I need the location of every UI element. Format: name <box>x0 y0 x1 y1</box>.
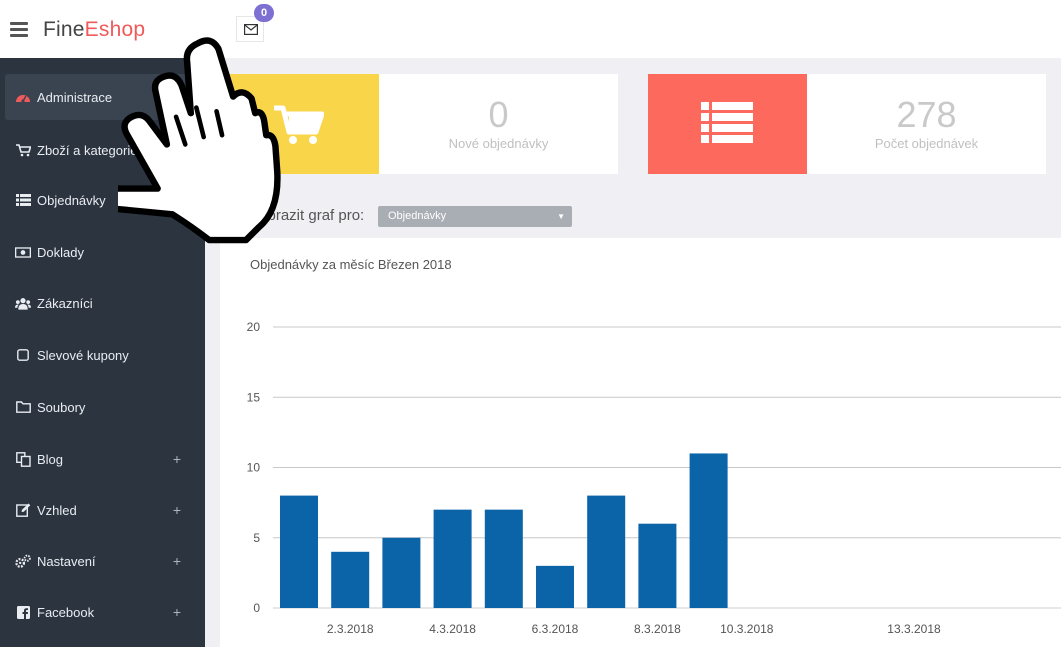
money-icon <box>15 245 31 259</box>
total-orders-count: 278 <box>896 94 957 135</box>
copy-icon <box>15 451 31 467</box>
users-icon <box>15 296 31 310</box>
graph-type-selected: Objednávky <box>388 210 447 222</box>
cart-icon <box>15 143 31 157</box>
cart-icon <box>274 105 324 144</box>
sidebar-item-label: Facebook <box>37 604 95 620</box>
sidebar-item-label: Doklady <box>37 244 84 260</box>
sidebar-item-label: Blog <box>37 451 64 467</box>
total-orders-icon-panel <box>648 74 807 174</box>
bar-3.3.2018[interactable] <box>382 537 421 608</box>
sidebar-item-label: Zboží a kategorie <box>37 142 138 158</box>
sidebar-item-objednavky[interactable]: Objednávky <box>0 177 205 223</box>
sidebar-item-vzhled[interactable]: Vzhled + <box>0 487 205 533</box>
top-bar: FineEshop 0 <box>0 0 1061 58</box>
menu-toggle-icon[interactable] <box>10 22 28 37</box>
cogs-icon <box>15 554 31 568</box>
orders-bar-chart: 0 5 10 15 20 2.3.2018 4.3.2018 6.3.2018 8.3.2018… <box>247 320 1061 636</box>
brand-logo[interactable]: FineEshop <box>43 18 145 42</box>
sidebar-item-zbozi[interactable]: Zboží a kategorie <box>0 127 205 173</box>
sidebar-item-label: Soubory <box>37 399 86 415</box>
list-icon <box>15 193 31 207</box>
sidebar-item-doklady[interactable]: Doklady <box>0 229 205 275</box>
orders-chart-panel: Objednávky za měsíc Březen 2018 0 5 10 15 20… <box>220 238 1061 647</box>
bar-1.3.2018[interactable] <box>280 495 318 608</box>
new-orders-icon-panel <box>220 74 379 174</box>
list-icon <box>701 102 753 143</box>
x-tick-label: 4.3.2018 <box>429 622 476 636</box>
bar-5.3.2018[interactable] <box>484 509 523 608</box>
expand-icon[interactable]: + <box>173 502 181 518</box>
bar-9.3.2018[interactable] <box>689 453 728 608</box>
y-tick-label: 15 <box>247 390 261 404</box>
sidebar-item-label: Vzhled <box>37 502 77 518</box>
total-orders-label: Počet objednávek <box>874 136 979 151</box>
graph-type-select[interactable]: Objednávky ▼ <box>378 206 572 227</box>
brand-name-part2: Eshop <box>84 18 146 41</box>
dashboard-icon <box>15 90 31 104</box>
sidebar-item-zakaznici[interactable]: Zákazníci <box>0 280 205 326</box>
sidebar-item-label: Slevové kupony <box>37 347 129 363</box>
sidebar-item-label: Administrace <box>37 89 113 105</box>
expand-icon[interactable]: + <box>173 451 181 467</box>
bar-2.3.2018[interactable] <box>331 551 370 608</box>
x-tick-label: 8.3.2018 <box>634 622 681 636</box>
expand-icon[interactable]: + <box>173 553 181 569</box>
graph-selector-bar: Zobrazit graf pro: Objednávky ▼ <box>205 196 1061 238</box>
square-icon <box>15 348 31 362</box>
sidebar-item-label: Zákazníci <box>37 295 93 311</box>
brand-name-part1: Fine <box>43 18 85 41</box>
sidebar-item-soubory[interactable]: Soubory <box>0 384 205 430</box>
bar-8.3.2018[interactable] <box>638 523 677 608</box>
facebook-icon <box>15 605 31 619</box>
new-orders-label: Nové objednávky <box>448 136 549 151</box>
graph-selector-label: Zobrazit graf pro: <box>250 207 365 224</box>
sidebar-item-slevove-kupony[interactable]: Slevové kupony <box>0 332 205 378</box>
bar-7.3.2018[interactable] <box>587 495 626 608</box>
sidebar-item-label: Nastavení <box>37 553 96 569</box>
sidebar-item-facebook[interactable]: Facebook + <box>0 589 205 635</box>
y-tick-label: 5 <box>253 531 260 545</box>
sidebar: Administrace Zboží a kategorie Objednávk… <box>0 58 205 647</box>
x-tick-label: 13.3.2018 <box>887 622 941 636</box>
y-tick-label: 10 <box>247 461 261 475</box>
sidebar-item-nastaveni[interactable]: Nastavení + <box>0 538 205 584</box>
new-orders-count: 0 <box>488 94 509 135</box>
sidebar-item-blog[interactable]: Blog + <box>0 436 205 482</box>
messages-count-badge: 0 <box>254 4 274 22</box>
expand-icon[interactable]: + <box>173 604 181 620</box>
folder-icon <box>15 400 31 414</box>
x-tick-label: 6.3.2018 <box>532 622 579 636</box>
dropdown-caret-icon: ▼ <box>557 212 565 221</box>
sidebar-item-administrace[interactable]: Administrace <box>5 74 200 120</box>
new-orders-card[interactable]: 0 Nové objednávky <box>220 74 618 174</box>
total-orders-card[interactable]: 278 Počet objednávek <box>648 74 1046 174</box>
envelope-icon <box>244 24 258 35</box>
bar-6.3.2018[interactable] <box>536 565 574 608</box>
x-tick-label: 2.3.2018 <box>327 622 374 636</box>
x-tick-label: 10.3.2018 <box>720 622 774 636</box>
bar-4.3.2018[interactable] <box>433 509 472 608</box>
y-tick-label: 20 <box>247 320 261 334</box>
y-tick-label: 0 <box>253 601 260 615</box>
sidebar-item-label: Objednávky <box>37 192 106 208</box>
edit-icon <box>15 503 31 517</box>
